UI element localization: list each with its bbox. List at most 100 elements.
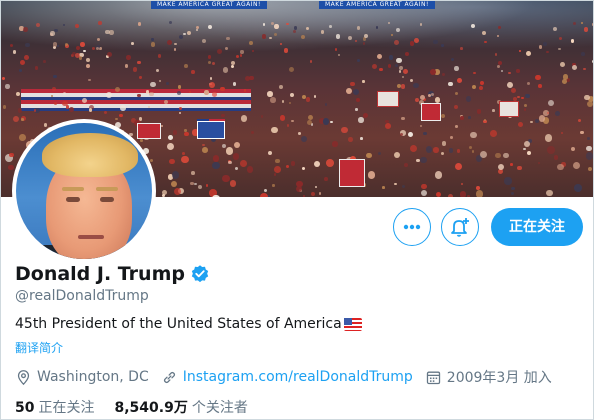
crowd-speck bbox=[2, 105, 7, 110]
crowd-speck bbox=[183, 63, 188, 68]
translate-bio-link[interactable]: 翻译简介 bbox=[15, 339, 63, 356]
crowd-speck bbox=[456, 77, 462, 83]
avatar-brow bbox=[96, 187, 118, 191]
crowd-speck bbox=[399, 66, 403, 71]
followers-label: 个关注者 bbox=[191, 400, 248, 416]
crowd-speck bbox=[151, 38, 154, 41]
verified-badge-icon bbox=[191, 265, 209, 283]
crowd-speck bbox=[34, 66, 39, 70]
crowd-speck bbox=[16, 91, 21, 96]
crowd-speck bbox=[20, 118, 24, 122]
crowd-speck bbox=[281, 100, 284, 103]
crowd-speck bbox=[504, 177, 512, 185]
crowd-speck bbox=[345, 88, 352, 95]
followers-stat[interactable]: 8,540.9万 个关注者 bbox=[114, 397, 247, 417]
crowd-speck bbox=[468, 116, 471, 119]
crowd-speck bbox=[52, 42, 58, 47]
crowd-speck bbox=[401, 84, 406, 89]
crowd-speck bbox=[538, 45, 543, 49]
crowd-speck bbox=[194, 182, 198, 186]
crowd-speck bbox=[222, 143, 227, 148]
profile-website-link[interactable]: Instagram.com/realDonaldTrump bbox=[183, 369, 413, 385]
crowd-speck bbox=[337, 53, 341, 56]
crowd-speck bbox=[508, 71, 511, 75]
crowd-speck bbox=[580, 130, 584, 134]
link-icon bbox=[163, 371, 175, 383]
profile-stats: 50 正在关注 8,540.9万 个关注者 bbox=[15, 397, 248, 417]
profile-handle: @realDonaldTrump bbox=[15, 288, 149, 304]
crowd-speck bbox=[447, 194, 454, 197]
crowd-speck bbox=[33, 109, 37, 112]
crowd-speck bbox=[273, 173, 277, 177]
crowd-speck bbox=[350, 81, 355, 87]
crowd-speck bbox=[115, 117, 118, 120]
crowd-speck bbox=[290, 161, 296, 166]
crowd-speck bbox=[205, 184, 209, 187]
crowd-speck bbox=[521, 96, 524, 99]
crowd-speck bbox=[170, 181, 177, 187]
crowd-speck bbox=[184, 131, 189, 137]
crowd-speck bbox=[120, 105, 127, 111]
crowd-speck bbox=[523, 108, 527, 111]
crowd-speck bbox=[385, 119, 389, 124]
crowd-speck bbox=[114, 86, 120, 92]
crowd-speck bbox=[471, 84, 476, 89]
crowd-speck bbox=[560, 62, 566, 67]
crowd-speck bbox=[395, 64, 399, 68]
crowd-speck bbox=[167, 142, 175, 151]
crowd-speck bbox=[544, 134, 552, 142]
more-options-button[interactable] bbox=[393, 208, 431, 246]
following-button[interactable]: 正在关注 bbox=[491, 208, 583, 246]
crowd-speck bbox=[301, 136, 308, 142]
crowd-speck bbox=[88, 78, 91, 82]
crowd-speck bbox=[124, 64, 129, 68]
crowd-speck bbox=[511, 186, 515, 191]
crowd-speck bbox=[166, 81, 170, 85]
crowd-speck bbox=[454, 66, 459, 71]
crowd-speck bbox=[366, 152, 372, 159]
crowd-speck bbox=[466, 96, 472, 102]
profile-name-row: Donald J. Trump bbox=[15, 263, 210, 285]
crowd-speck bbox=[483, 118, 486, 122]
notifications-button[interactable] bbox=[441, 208, 479, 246]
crowd-speck bbox=[233, 141, 241, 148]
crowd-speck bbox=[571, 64, 578, 71]
crowd-speck bbox=[570, 146, 575, 152]
crowd-speck bbox=[275, 158, 280, 164]
crowd-speck bbox=[467, 195, 470, 197]
crowd-speck bbox=[137, 60, 141, 65]
crowd-speck bbox=[497, 65, 501, 69]
crowd-speck bbox=[161, 125, 164, 128]
crowd-speck bbox=[202, 146, 208, 153]
crowd-speck bbox=[18, 108, 23, 113]
crowd-speck bbox=[460, 47, 463, 50]
following-stat[interactable]: 50 正在关注 bbox=[15, 397, 94, 417]
crowd-speck bbox=[503, 153, 509, 159]
crowd-speck bbox=[195, 25, 200, 29]
banner-placard bbox=[421, 103, 441, 121]
crowd-speck bbox=[393, 152, 400, 159]
crowd-speck bbox=[295, 185, 302, 192]
crowd-speck bbox=[410, 145, 418, 153]
crowd-speck bbox=[440, 44, 444, 48]
profile-location: Washington, DC bbox=[37, 369, 149, 385]
crowd-speck bbox=[291, 119, 294, 123]
crowd-speck bbox=[456, 149, 461, 153]
profile-avatar[interactable] bbox=[12, 119, 156, 263]
crowd-speck bbox=[581, 52, 585, 56]
crowd-speck bbox=[2, 76, 6, 80]
crowd-speck bbox=[279, 85, 284, 89]
crowd-speck bbox=[524, 103, 528, 107]
crowd-speck bbox=[401, 184, 405, 188]
crowd-speck bbox=[556, 163, 564, 171]
crowd-speck bbox=[209, 77, 213, 81]
crowd-speck bbox=[249, 75, 254, 81]
crowd-speck bbox=[587, 166, 593, 172]
crowd-speck bbox=[413, 82, 419, 89]
crowd-speck bbox=[181, 152, 185, 155]
crowd-speck bbox=[362, 80, 365, 83]
crowd-speck bbox=[209, 82, 216, 88]
banner-sign-right: MAKE AMERICA GREAT AGAIN! bbox=[319, 1, 435, 9]
crowd-speck bbox=[347, 36, 352, 40]
crowd-speck bbox=[455, 125, 459, 129]
